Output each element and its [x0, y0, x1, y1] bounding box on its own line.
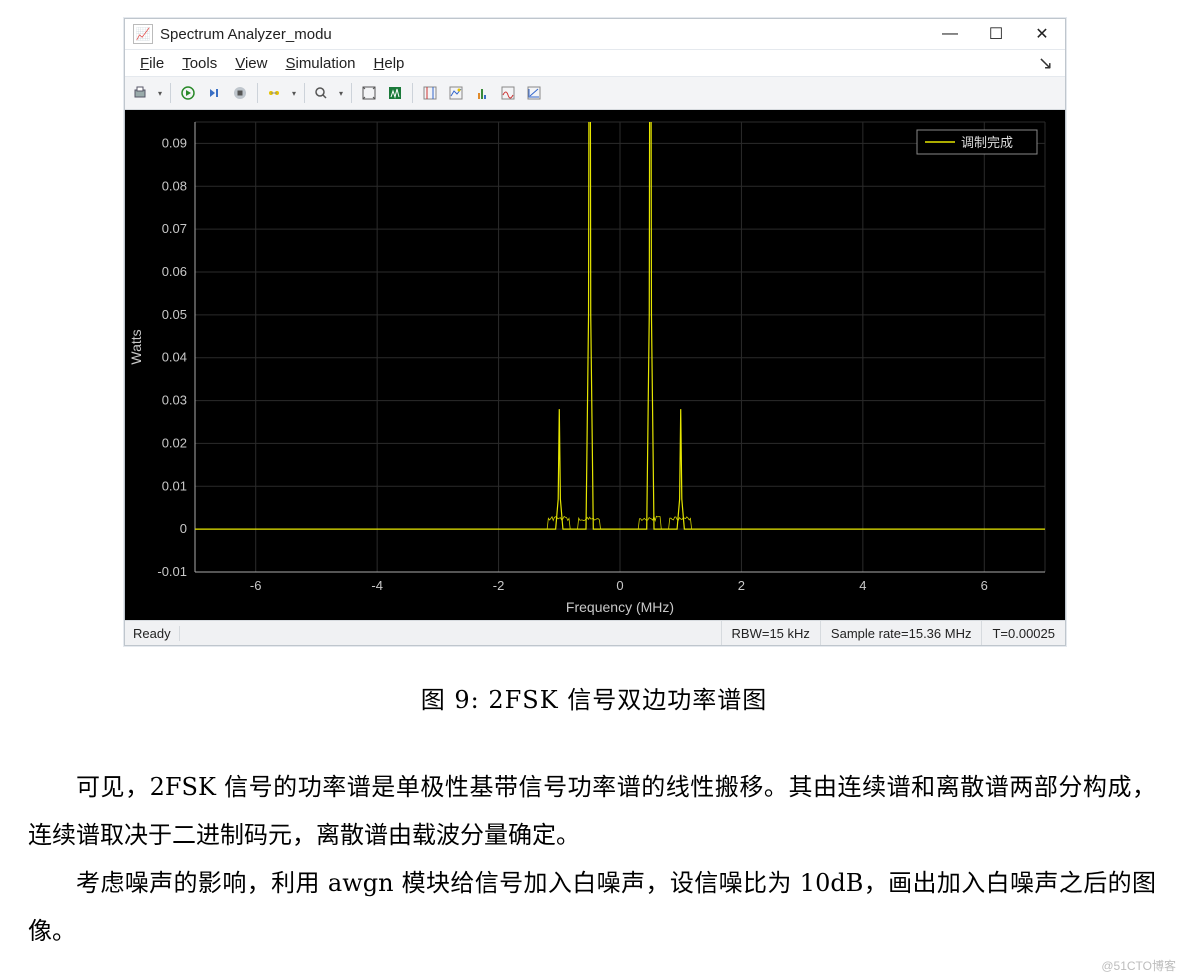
- step-forward-button[interactable]: [202, 81, 226, 105]
- svg-text:0.04: 0.04: [162, 350, 187, 365]
- paragraph-2: 考虑噪声的影响，利用 awgn 模块给信号加入白噪声，设信噪比为 10dB，画出…: [28, 859, 1156, 955]
- watermark: @51CTO博客: [1101, 957, 1176, 974]
- run-button[interactable]: [176, 81, 200, 105]
- menu-view[interactable]: View: [226, 55, 276, 72]
- menu-file[interactable]: File: [131, 55, 173, 72]
- status-ready: Ready: [125, 626, 180, 641]
- close-button[interactable]: ✕: [1019, 19, 1065, 49]
- svg-text:Watts: Watts: [128, 329, 144, 364]
- peak-finder-icon[interactable]: [470, 81, 494, 105]
- toolbar-sep: [412, 83, 413, 103]
- svg-text:0.01: 0.01: [162, 478, 187, 493]
- status-rbw: RBW=15 kHz: [721, 621, 820, 645]
- toolbar: [125, 77, 1065, 110]
- body-text: 可见，2FSK 信号的功率谱是单极性基带信号功率谱的线性搬移。其由连续谱和离散谱…: [28, 763, 1156, 955]
- paragraph-1: 可见，2FSK 信号的功率谱是单极性基带信号功率谱的线性搬移。其由连续谱和离散谱…: [28, 763, 1156, 859]
- svg-text:0.06: 0.06: [162, 264, 187, 279]
- cursor-measure-icon[interactable]: [418, 81, 442, 105]
- svg-text:6: 6: [981, 578, 988, 593]
- svg-text:Frequency (MHz): Frequency (MHz): [566, 599, 674, 615]
- signal-stats-icon[interactable]: [444, 81, 468, 105]
- highlight-dropdown[interactable]: [263, 81, 299, 105]
- ccdf-icon[interactable]: [522, 81, 546, 105]
- toolbar-sep: [257, 83, 258, 103]
- maximize-button[interactable]: ☐: [973, 19, 1019, 49]
- minimize-button[interactable]: —: [927, 19, 973, 49]
- figure-caption: 图 9: 2FSK 信号双边功率谱图: [124, 680, 1064, 715]
- spectrum-analyzer-window: 📈 Spectrum Analyzer_modu — ☐ ✕ File Tool…: [124, 18, 1066, 646]
- svg-text:0.02: 0.02: [162, 435, 187, 450]
- zoom-dropdown[interactable]: [310, 81, 346, 105]
- stop-button[interactable]: [228, 81, 252, 105]
- toolbar-sep: [170, 83, 171, 103]
- status-sample-rate: Sample rate=15.36 MHz: [820, 621, 982, 645]
- spectrum-icon[interactable]: [383, 81, 407, 105]
- svg-text:0.09: 0.09: [162, 135, 187, 150]
- svg-text:0: 0: [616, 578, 623, 593]
- app-icon: 📈: [133, 24, 153, 44]
- menu-help[interactable]: Help: [365, 55, 414, 72]
- svg-text:0.03: 0.03: [162, 393, 187, 408]
- menubar: File Tools View Simulation Help ↘: [125, 50, 1065, 77]
- window-titlebar[interactable]: 📈 Spectrum Analyzer_modu — ☐ ✕: [125, 19, 1065, 50]
- svg-text:-6: -6: [250, 578, 262, 593]
- menu-tools[interactable]: Tools: [173, 55, 226, 72]
- svg-text:0.05: 0.05: [162, 307, 187, 322]
- svg-text:4: 4: [859, 578, 866, 593]
- print-dropdown[interactable]: [129, 81, 165, 105]
- svg-text:0.07: 0.07: [162, 221, 187, 236]
- autoscale-button[interactable]: [357, 81, 381, 105]
- svg-text:调制完成: 调制完成: [961, 135, 1013, 150]
- svg-text:-2: -2: [493, 578, 505, 593]
- toolbar-sep: [304, 83, 305, 103]
- distortion-icon[interactable]: [496, 81, 520, 105]
- spectrum-chart-svg: -6 -4 -2 0 2 4 6 -0.01 0 0.01 0.02 0.03 0.04 0.05 0.06…: [125, 110, 1065, 620]
- window-title: Spectrum Analyzer_modu: [160, 26, 332, 43]
- undock-icon[interactable]: ↘: [1032, 53, 1059, 74]
- window-controls: — ☐ ✕: [927, 19, 1065, 49]
- svg-text:2: 2: [738, 578, 745, 593]
- spectrum-plot[interactable]: -6 -4 -2 0 2 4 6 -0.01 0 0.01 0.02 0.03 0.04 0.05 0.06…: [125, 110, 1065, 620]
- svg-text:-4: -4: [371, 578, 383, 593]
- status-bar: Ready RBW=15 kHz Sample rate=15.36 MHz T…: [125, 620, 1065, 645]
- svg-text:0.08: 0.08: [162, 178, 187, 193]
- status-time: T=0.00025: [981, 621, 1065, 645]
- svg-text:-0.01: -0.01: [157, 564, 187, 579]
- menu-simulation[interactable]: Simulation: [276, 55, 364, 72]
- toolbar-sep: [351, 83, 352, 103]
- svg-text:0: 0: [180, 521, 187, 536]
